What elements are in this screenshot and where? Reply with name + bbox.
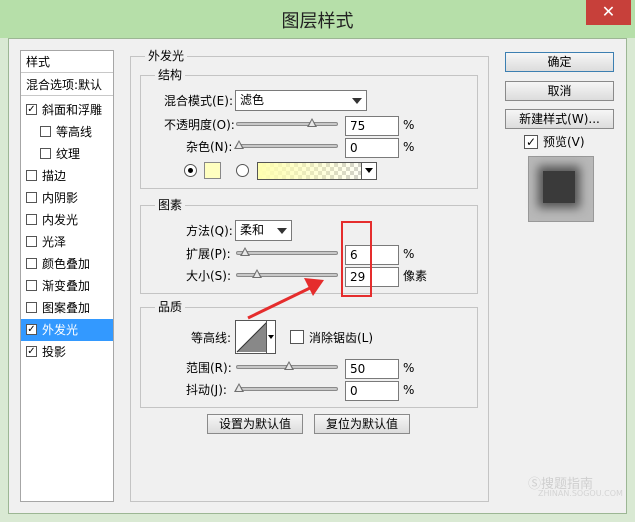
watermark-url: ZHINAN.SOGOU.COM — [538, 489, 623, 498]
style-item-drop-shadow[interactable]: ✓ 投影 — [21, 341, 113, 363]
ok-button[interactable]: 确定 — [505, 52, 614, 72]
range-label: 范围(R): — [186, 361, 232, 375]
gradient-radio[interactable] — [236, 164, 249, 177]
set-default-button[interactable]: 设置为默认值 — [207, 414, 303, 434]
style-item-label: 等高线 — [56, 125, 93, 139]
style-item-label: 投影 — [42, 345, 67, 359]
close-icon[interactable]: ✕ — [586, 0, 631, 25]
style-item-inner-shadow[interactable]: 内阴影 — [21, 187, 113, 209]
opacity-label: 不透明度(O): — [164, 118, 235, 132]
slider-thumb[interactable] — [234, 140, 244, 149]
technique-label: 方法(Q): — [186, 224, 233, 238]
style-item-label: 图案叠加 — [42, 301, 91, 315]
style-item-label: 内发光 — [42, 213, 79, 227]
style-item-gradient-overlay[interactable]: 渐变叠加 — [21, 275, 113, 297]
blend-mode-select[interactable]: 滤色 — [235, 90, 367, 111]
glow-color-swatch[interactable] — [204, 162, 221, 179]
style-item-pattern-overlay[interactable]: 图案叠加 — [21, 297, 113, 319]
title-bar: 图层样式 ✕ — [0, 0, 635, 38]
chevron-down-icon — [352, 98, 362, 104]
style-item-bevel-emboss[interactable]: ✓ 斜面和浮雕 — [21, 99, 113, 121]
style-item-outer-glow[interactable]: ✓ 外发光 — [21, 319, 113, 341]
slider-thumb[interactable] — [234, 383, 244, 392]
cancel-button[interactable]: 取消 — [505, 81, 614, 101]
style-item-label: 颜色叠加 — [42, 257, 91, 271]
glow-gradient-picker[interactable] — [257, 162, 377, 180]
opacity-unit: % — [403, 118, 415, 132]
annotation-arrow-icon — [247, 278, 324, 320]
opacity-slider[interactable] — [236, 118, 338, 127]
chevron-down-icon — [277, 228, 287, 234]
slider-thumb[interactable] — [240, 247, 250, 256]
jitter-label: 抖动(J): — [186, 383, 227, 397]
anti-alias-checkbox[interactable] — [290, 330, 304, 344]
size-label: 大小(S): — [186, 269, 232, 283]
style-item-label: 光泽 — [42, 235, 67, 249]
style-item-stroke[interactable]: 描边 — [21, 165, 113, 187]
size-unit: 像素 — [403, 269, 428, 283]
style-preview-thumbnail — [528, 156, 594, 222]
style-item-inner-glow[interactable]: 内发光 — [21, 209, 113, 231]
pattern-overlay-checkbox[interactable] — [26, 302, 37, 313]
style-item-label: 内阴影 — [42, 191, 79, 205]
inner-glow-checkbox[interactable] — [26, 214, 37, 225]
style-item-contour[interactable]: 等高线 — [21, 121, 113, 143]
style-item-label: 纹理 — [56, 147, 81, 161]
style-item-label: 外发光 — [42, 323, 79, 337]
jitter-unit: % — [403, 383, 415, 397]
texture-checkbox[interactable] — [40, 148, 51, 159]
elements-title: 图素 — [155, 198, 186, 212]
bevel-emboss-checkbox[interactable]: ✓ — [26, 104, 37, 115]
range-slider[interactable] — [236, 361, 338, 370]
technique-select[interactable]: 柔和 — [235, 220, 292, 241]
noise-label: 杂色(N): — [186, 140, 233, 154]
quality-title: 品质 — [155, 300, 186, 314]
styles-header[interactable]: 样式 — [21, 51, 113, 73]
contour-label: 等高线: — [191, 331, 232, 345]
style-item-color-overlay[interactable]: 颜色叠加 — [21, 253, 113, 275]
technique-value: 柔和 — [240, 223, 265, 237]
slider-thumb[interactable] — [307, 118, 317, 127]
chevron-down-icon[interactable] — [361, 163, 376, 179]
solid-color-radio[interactable] — [184, 164, 197, 177]
slider-thumb[interactable] — [284, 361, 294, 370]
preview-square — [543, 171, 575, 203]
stroke-checkbox[interactable] — [26, 170, 37, 181]
spread-label: 扩展(P): — [186, 247, 231, 261]
noise-input[interactable]: 0 — [345, 138, 399, 158]
spread-slider[interactable] — [236, 247, 338, 256]
range-unit: % — [403, 361, 415, 375]
noise-unit: % — [403, 140, 415, 154]
spread-unit: % — [403, 247, 415, 261]
blend-mode-value: 滤色 — [240, 93, 265, 107]
window-title: 图层样式 — [281, 11, 354, 32]
satin-checkbox[interactable] — [26, 236, 37, 247]
gradient-overlay-checkbox[interactable] — [26, 280, 37, 291]
style-item-label: 渐变叠加 — [42, 279, 91, 293]
style-item-label: 描边 — [42, 169, 67, 183]
preview-label: 预览(V) — [543, 135, 585, 149]
preview-checkbox[interactable]: ✓ — [524, 135, 538, 149]
jitter-slider[interactable] — [234, 383, 338, 392]
jitter-input[interactable]: 0 — [345, 381, 399, 401]
noise-slider[interactable] — [234, 140, 338, 149]
inner-shadow-checkbox[interactable] — [26, 192, 37, 203]
styles-panel: 样式 混合选项:默认 ✓ 斜面和浮雕 等高线 纹理 描边 内阴影 内发光 光泽 … — [20, 50, 114, 502]
range-input[interactable]: 50 — [345, 359, 399, 379]
blend-mode-label: 混合模式(E): — [164, 94, 233, 108]
opacity-input[interactable]: 75 — [345, 116, 399, 136]
style-item-texture[interactable]: 纹理 — [21, 143, 113, 165]
style-item-label: 斜面和浮雕 — [42, 103, 103, 117]
outer-glow-checkbox[interactable]: ✓ — [26, 324, 37, 335]
blend-options-item[interactable]: 混合选项:默认 — [21, 74, 113, 96]
contour-checkbox[interactable] — [40, 126, 51, 137]
anti-alias-label: 消除锯齿(L) — [309, 331, 374, 345]
drop-shadow-checkbox[interactable]: ✓ — [26, 346, 37, 357]
reset-default-button[interactable]: 复位为默认值 — [314, 414, 410, 434]
outer-glow-title: 外发光 — [145, 49, 188, 63]
color-overlay-checkbox[interactable] — [26, 258, 37, 269]
new-style-button[interactable]: 新建样式(W)... — [505, 109, 614, 129]
style-item-satin[interactable]: 光泽 — [21, 231, 113, 253]
structure-title: 结构 — [155, 68, 186, 82]
